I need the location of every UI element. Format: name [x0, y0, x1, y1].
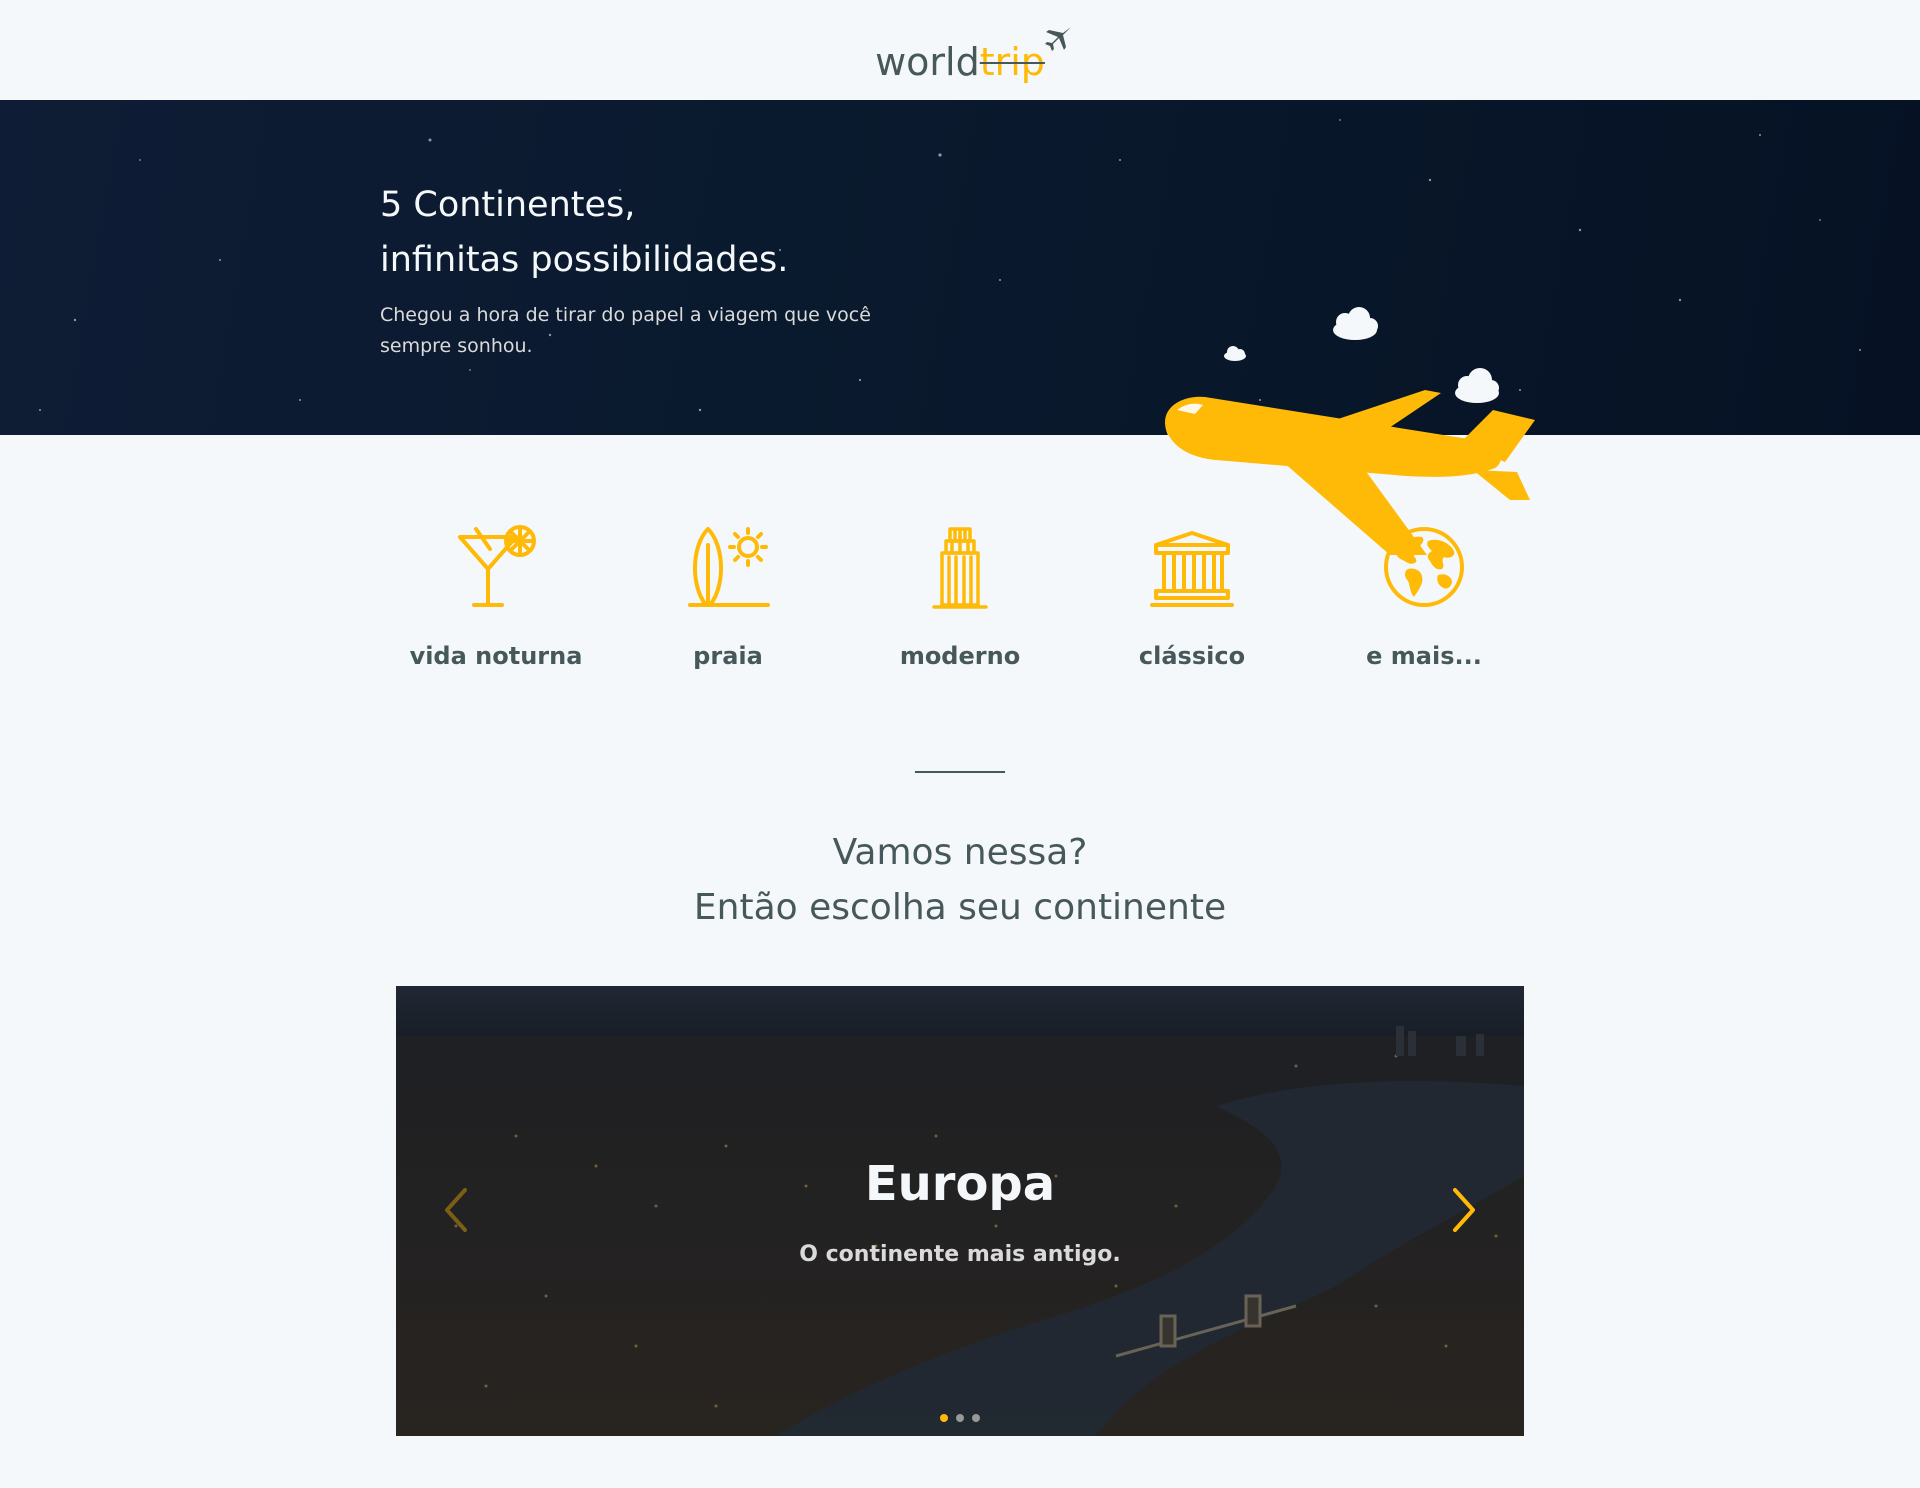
slider-dot[interactable]: [956, 1414, 964, 1422]
section-divider: [915, 771, 1005, 773]
cta-line1: Vamos nessa?: [832, 832, 1088, 873]
hero-subtitle: Chegou a hora de tirar do papel a viagem…: [380, 304, 871, 357]
travel-type-label: e mais...: [1366, 642, 1482, 670]
slider-next-arrow-icon[interactable]: [1449, 1186, 1479, 1234]
travel-type-label: clássico: [1138, 642, 1246, 670]
slide-title[interactable]: Europa: [396, 1156, 1524, 1212]
skyscraper-icon: [931, 527, 988, 609]
site-header: world trip: [0, 0, 1920, 100]
hero-title-line1: 5 Continentes,: [380, 185, 636, 225]
cocktail-icon: [457, 525, 536, 607]
travel-type-item[interactable]: e mais...: [1308, 525, 1540, 670]
travel-type-item[interactable]: praia: [612, 525, 844, 670]
globe-icon: [1383, 527, 1464, 607]
logo-plane-icon: [1044, 27, 1071, 51]
cta-line2: Então escolha seu continente: [693, 887, 1227, 928]
airplane-illustration: [1165, 307, 1535, 555]
slide-subtitle: O continente mais antigo.: [799, 1242, 1121, 1267]
continent-slider[interactable]: Europa O continente mais antigo.: [396, 986, 1524, 1436]
slider-dot[interactable]: [972, 1414, 980, 1422]
hero-title: 5 Continentes, infinitas possibilidades.: [380, 178, 788, 288]
slider-prev-arrow-icon[interactable]: [441, 1186, 471, 1234]
hero-banner: 5 Continentes, infinitas possibilidades.…: [0, 100, 1920, 555]
hero-title-line2: infinitas possibilidades.: [380, 240, 789, 280]
cloud-icon: [1224, 346, 1246, 361]
logo-text-world: world: [875, 40, 980, 84]
cloud-icon: [1333, 307, 1378, 340]
travel-type-label: praia: [693, 642, 763, 670]
travel-type-item[interactable]: moderno: [844, 525, 1076, 670]
travel-type-label: vida noturna: [409, 642, 583, 670]
travel-type-item[interactable]: vida noturna: [380, 525, 612, 670]
museum-icon: [1149, 531, 1234, 607]
surfboard-sun-icon: [687, 527, 770, 607]
cloud-icon: [1455, 368, 1499, 403]
cloud-icon: [1178, 463, 1222, 497]
slider-pagination: [396, 1414, 1524, 1422]
continent-cta-heading: Vamos nessa? Então escolha seu continent…: [0, 825, 1920, 935]
worldtrip-logo[interactable]: world trip: [875, 20, 1071, 84]
starfield-background: [39, 119, 1861, 412]
travel-type-label: moderno: [899, 642, 1021, 670]
travel-type-item[interactable]: clássico: [1076, 525, 1308, 670]
slider-dot[interactable]: [940, 1414, 948, 1422]
logo-text-trip: trip: [979, 40, 1045, 84]
travel-types: vida noturna praia moderno clássico e ma…: [380, 525, 1540, 670]
